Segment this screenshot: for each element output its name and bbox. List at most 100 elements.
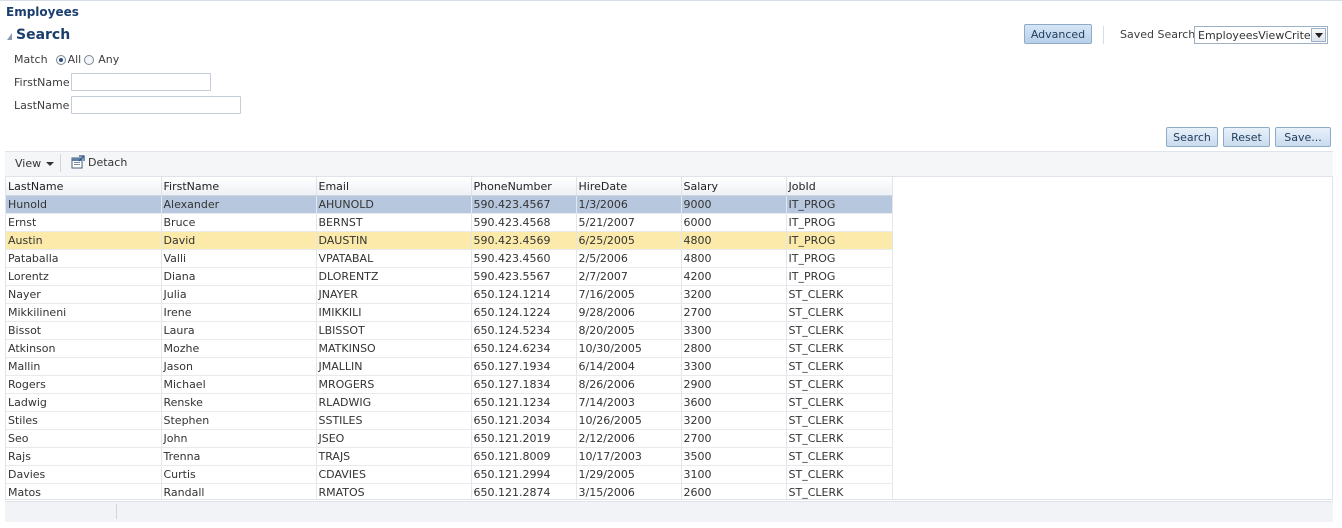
table-row[interactable]: Stiles Stephen SSTILES 650.121.2034 10/26/20… [6,411,893,430]
view-menu[interactable]: View [15,157,55,170]
table-cell-salary: 3600 [681,393,787,412]
table-cell-firstname: Alexander [161,195,317,214]
saved-search-label: Saved Search [1120,28,1196,41]
lastname-row: LastName [14,96,241,114]
table-row[interactable]: Atkinson Mozhe MATKINSO 650.124.6234 10/30/2… [6,339,893,358]
table-cell-jobid: ST_CLERK [786,447,893,466]
table-cell-email: JNAYER [316,285,472,304]
table-row[interactable]: Ernst Bruce BERNST 590.423.4568 5/21/2007 600… [6,213,893,232]
table-cell-jobid: ST_CLERK [786,429,893,448]
table-toolbar [5,151,1333,177]
firstname-row: FirstName [14,73,211,91]
table-cell-firstname: David [161,231,317,250]
column-header-salary[interactable]: Salary [681,177,787,196]
column-header-phonenumber[interactable]: PhoneNumber [471,177,577,196]
table-cell-jobid: ST_CLERK [786,285,893,304]
table-row[interactable]: Mallin Jason JMALLIN 650.127.1934 6/14/2004 3… [6,357,893,376]
table-cell-lastname: Ladwig [6,393,162,412]
table-cell-jobid: ST_CLERK [786,303,893,322]
table-cell-firstname: Laura [161,321,317,340]
column-header-jobid[interactable]: JobId [786,177,893,196]
table-cell-salary: 2600 [681,483,787,499]
detach-button[interactable]: Detach [71,155,127,169]
table-cell-hiredate: 8/20/2005 [576,321,682,340]
save-button[interactable]: Save... [1275,127,1331,147]
table-cell-phonenumber: 650.121.8009 [471,447,577,466]
table-cell-lastname: Rajs [6,447,162,466]
table-cell-salary: 3300 [681,357,787,376]
table-cell-phonenumber: 650.124.5234 [471,321,577,340]
match-all-radio[interactable] [55,54,66,65]
search-panel-title: Search [16,27,71,43]
table-cell-lastname: Davies [6,465,162,484]
table-cell-jobid: ST_CLERK [786,411,893,430]
reset-button[interactable]: Reset [1223,127,1270,147]
table-cell-salary: 2700 [681,303,787,322]
table-cell-email: SSTILES [316,411,472,430]
table-cell-email: DAUSTIN [316,231,472,250]
table-row[interactable]: Rajs Trenna TRAJS 650.121.8009 10/17/2003 350… [6,447,893,466]
table-row[interactable]: Matos Randall RMATOS 650.121.2874 3/15/2006 2… [6,483,893,499]
table-cell-jobid: ST_CLERK [786,357,893,376]
column-header-firstname[interactable]: FirstName [161,177,317,196]
table-cell-salary: 3500 [681,447,787,466]
detach-icon [71,155,85,169]
search-button[interactable]: Search [1166,127,1218,147]
match-any-label[interactable]: Any [98,53,119,66]
column-header-email[interactable]: Email [316,177,472,196]
table-cell-phonenumber: 590.423.4569 [471,231,577,250]
table-cell-lastname: Stiles [6,411,162,430]
table-cell-hiredate: 2/7/2007 [576,267,682,286]
collapse-triangle-icon[interactable] [7,32,12,40]
table-row[interactable]: Davies Curtis CDAVIES 650.121.2994 1/29/2005… [6,465,893,484]
lastname-input[interactable] [71,96,241,114]
table-cell-hiredate: 1/29/2005 [576,465,682,484]
table-row[interactable]: Hunold Alexander AHUNOLD 590.423.4567 1/3/20… [6,195,893,214]
saved-search-value: EmployeesViewCriteria [1198,28,1311,42]
table-row[interactable]: Pataballa Valli VPATABAL 590.423.4560 2/5/20… [6,249,893,268]
table-cell-firstname: Michael [161,375,317,394]
column-header-lastname[interactable]: LastName [6,177,162,196]
table-cell-jobid: IT_PROG [786,213,893,232]
table-cell-hiredate: 1/3/2006 [576,195,682,214]
match-any-radio[interactable] [84,54,95,65]
search-panel-header[interactable]: Search [7,27,70,43]
table-cell-salary: 3100 [681,465,787,484]
table-cell-email: BERNST [316,213,472,232]
employees-table[interactable]: LastName FirstName Email PhoneNumber Hir… [5,176,1333,500]
table-cell-firstname: Stephen [161,411,317,430]
match-all-label[interactable]: All [68,53,82,66]
column-header-hiredate[interactable]: HireDate [576,177,682,196]
table-cell-salary: 3200 [681,411,787,430]
table-header-row: LastName FirstName Email PhoneNumber Hir… [6,177,893,196]
table-cell-email: JMALLIN [316,357,472,376]
table-cell-hiredate: 2/5/2006 [576,249,682,268]
table-cell-jobid: ST_CLERK [786,321,893,340]
table-row[interactable]: Rogers Michael MROGERS 650.127.1834 8/26/200… [6,375,893,394]
table-cell-email: IMIKKILI [316,303,472,322]
advanced-button[interactable]: Advanced [1024,24,1092,44]
table-row[interactable]: Bissot Laura LBISSOT 650.124.5234 8/20/2005 3… [6,321,893,340]
table-cell-phonenumber: 650.127.1834 [471,375,577,394]
table-cell-email: MROGERS [316,375,472,394]
table-cell-lastname: Rogers [6,375,162,394]
table-cell-phonenumber: 590.423.4568 [471,213,577,232]
table-cell-lastname: Seo [6,429,162,448]
table-row[interactable]: Nayer Julia JNAYER 650.124.1214 7/16/2005 320… [6,285,893,304]
table-row[interactable]: Austin David DAUSTIN 590.423.4569 6/25/2005 4… [6,231,893,250]
table-row[interactable]: Lorentz Diana DLORENTZ 590.423.5567 2/7/2007… [6,267,893,286]
table-cell-firstname: Renske [161,393,317,412]
table-cell-email: AHUNOLD [316,195,472,214]
table-row[interactable]: Mikkilineni Irene IMIKKILI 650.124.1224 9/28… [6,303,893,322]
dropdown-arrow-icon[interactable] [1311,28,1326,42]
saved-search-select[interactable]: EmployeesViewCriteria [1194,26,1328,44]
table-cell-hiredate: 7/16/2005 [576,285,682,304]
table-cell-jobid: ST_CLERK [786,465,893,484]
table-cell-jobid: IT_PROG [786,231,893,250]
table-row[interactable]: Seo John JSEO 650.121.2019 2/12/2006 2700 ST_C… [6,429,893,448]
firstname-input[interactable] [71,73,211,91]
table-row[interactable]: Ladwig Renske RLADWIG 650.121.1234 7/14/2003… [6,393,893,412]
table-cell-hiredate: 9/28/2006 [576,303,682,322]
table-cell-phonenumber: 650.121.2019 [471,429,577,448]
table-cell-lastname: Austin [6,231,162,250]
